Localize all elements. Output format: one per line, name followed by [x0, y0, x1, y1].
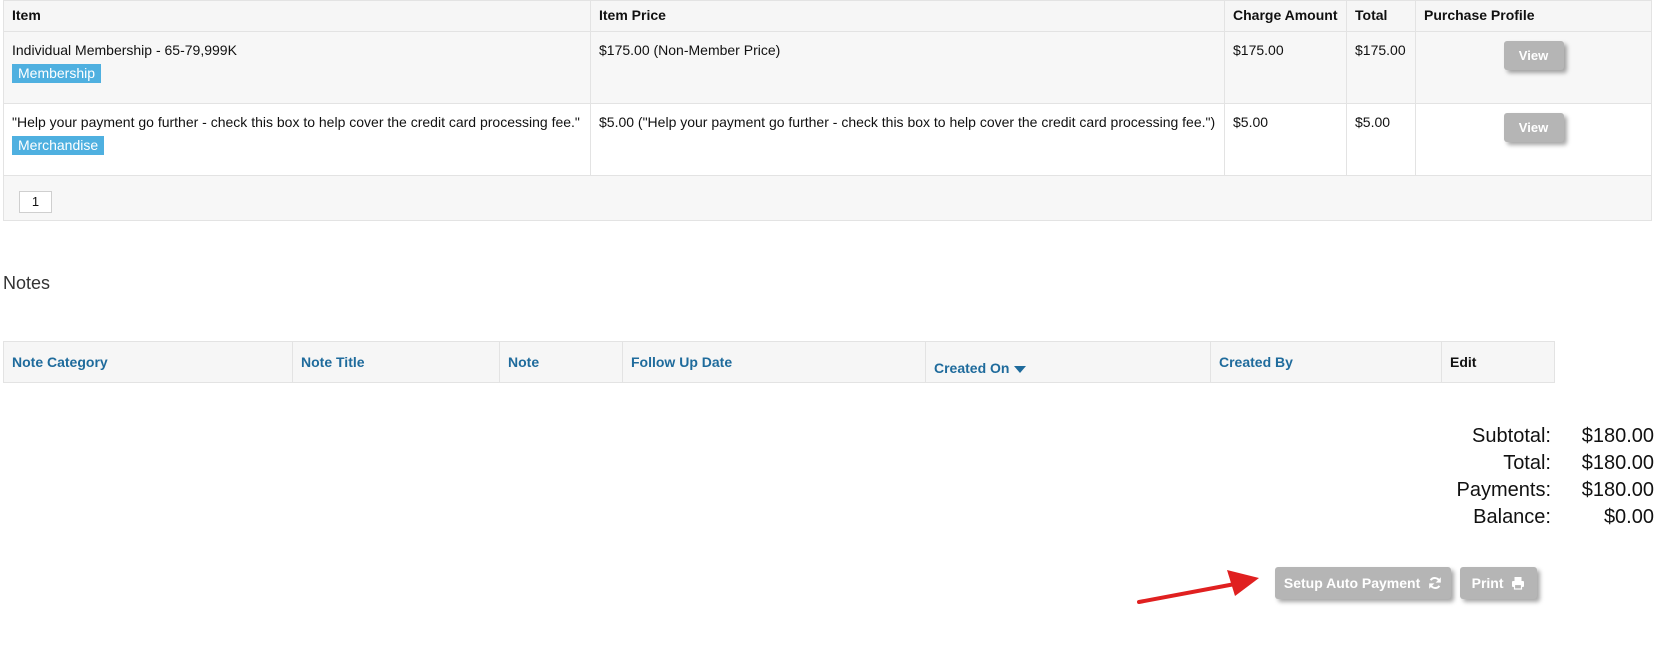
charge-amount-cell: $175.00 [1224, 31, 1347, 104]
subtotal-value: $180.00 [1581, 425, 1654, 447]
sort-note-category[interactable]: Note Category [12, 354, 108, 370]
sort-created-on[interactable]: Created On [934, 360, 1027, 376]
table-row: "Help your payment go further - check th… [3, 103, 1652, 176]
col-created-on: Created On [925, 341, 1211, 383]
balance-value: $0.00 [1603, 506, 1654, 528]
sort-note[interactable]: Note [508, 354, 539, 370]
item-name: "Help your payment go further - check th… [12, 114, 580, 130]
purchase-profile-cell: View [1415, 103, 1652, 176]
print-label: Print [1471, 575, 1504, 591]
notes-heading: Notes [3, 273, 51, 293]
pager: 1 [3, 175, 1652, 221]
item-price-cell: $175.00 (Non-Member Price) [590, 31, 1225, 104]
col-total: Total [1346, 0, 1416, 32]
refresh-icon [1429, 577, 1441, 589]
total-row: Total: $180.00 [1351, 450, 1654, 477]
sort-created-by[interactable]: Created By [1219, 354, 1293, 370]
created-on-label: Created On [934, 360, 1010, 376]
table-row: Individual Membership - 65-79,999K Membe… [3, 31, 1652, 104]
payments-label: Payments: [1456, 479, 1551, 501]
category-tag: Merchandise [12, 136, 105, 155]
category-tag: Membership [12, 64, 102, 83]
items-header-row: Item Item Price Charge Amount Total Purc… [3, 0, 1652, 32]
setup-auto-payment-label: Setup Auto Payment [1283, 575, 1421, 591]
col-note: Note [499, 341, 623, 383]
total-cell: $5.00 [1346, 103, 1416, 176]
item-cell: Individual Membership - 65-79,999K Membe… [3, 31, 591, 104]
total-value: $180.00 [1581, 452, 1654, 474]
red-arrow-icon [1137, 570, 1259, 604]
notes-table: Note Category Note Title Note Follow Up … [3, 341, 1555, 383]
balance-row: Balance: $0.00 [1351, 504, 1654, 531]
col-item: Item [3, 0, 591, 32]
col-follow-up-date: Follow Up Date [622, 341, 926, 383]
col-charge-amount: Charge Amount [1224, 0, 1347, 32]
items-table: Item Item Price Charge Amount Total Purc… [3, 0, 1652, 221]
balance-label: Balance: [1473, 506, 1551, 528]
setup-auto-payment-button[interactable]: Setup Auto Payment [1275, 567, 1451, 599]
item-cell: "Help your payment go further - check th… [3, 103, 591, 176]
charge-amount-cell: $5.00 [1224, 103, 1347, 176]
sort-note-title[interactable]: Note Title [301, 354, 365, 370]
sort-follow-up-date[interactable]: Follow Up Date [631, 354, 732, 370]
col-note-category: Note Category [3, 341, 293, 383]
payments-value: $180.00 [1581, 479, 1654, 501]
col-item-price: Item Price [590, 0, 1225, 32]
caret-down-icon [1014, 365, 1027, 373]
col-purchase-profile: Purchase Profile [1415, 0, 1652, 32]
notes-header-row: Note Category Note Title Note Follow Up … [3, 341, 1555, 383]
view-button[interactable]: View [1503, 41, 1564, 70]
purchase-profile-cell: View [1415, 31, 1652, 104]
col-note-title: Note Title [292, 341, 500, 383]
pager-row: 1 [3, 175, 1652, 221]
col-edit: Edit [1441, 341, 1555, 383]
item-price-cell: $5.00 ("Help your payment go further - c… [590, 103, 1225, 176]
col-created-by: Created By [1210, 341, 1442, 383]
view-button[interactable]: View [1503, 113, 1564, 142]
payments-row: Payments: $180.00 [1351, 477, 1654, 504]
item-name: Individual Membership - 65-79,999K [12, 42, 237, 58]
totals-summary: Subtotal: $180.00 Total: $180.00 Payment… [1351, 423, 1654, 531]
page-button-1[interactable]: 1 [19, 191, 52, 213]
total-cell: $175.00 [1346, 31, 1416, 104]
printer-icon [1512, 577, 1525, 590]
print-button[interactable]: Print [1460, 567, 1537, 599]
subtotal-label: Subtotal: [1472, 425, 1551, 447]
total-label: Total: [1503, 452, 1551, 474]
subtotal-row: Subtotal: $180.00 [1351, 423, 1654, 450]
